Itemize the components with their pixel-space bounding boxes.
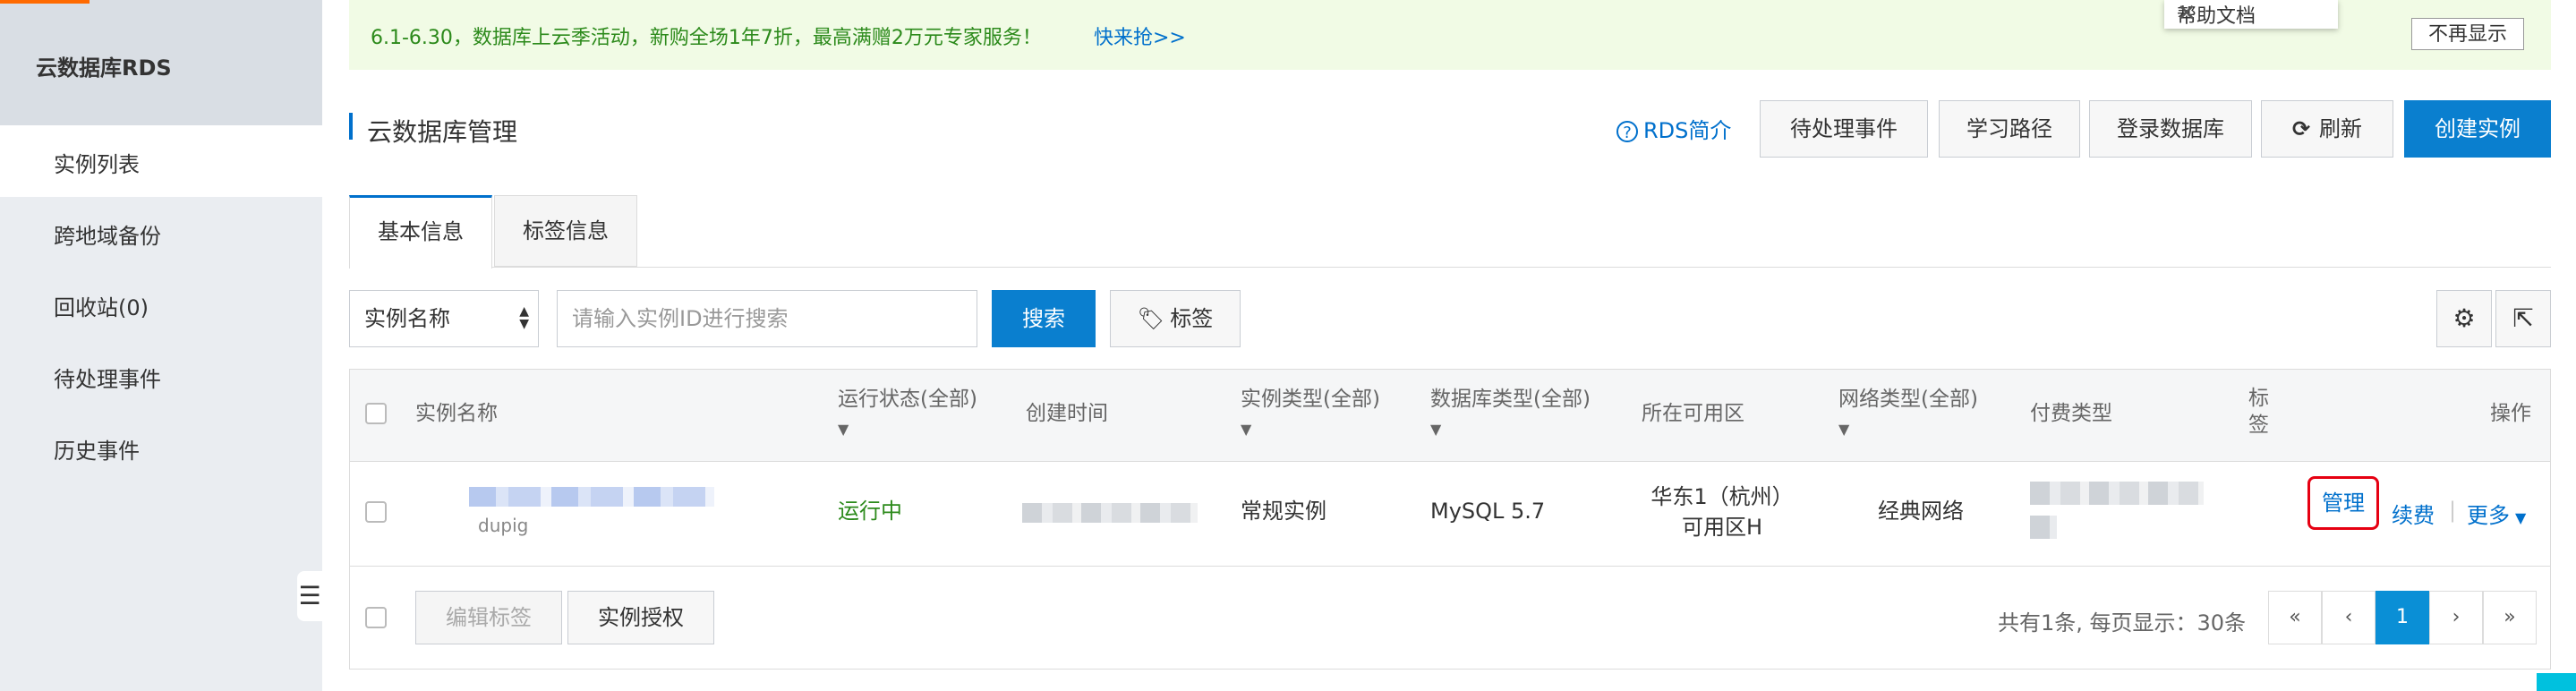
zone-line1: 华东1（杭州）: [1651, 484, 1794, 509]
col-status[interactable]: 运行状态(全部) ▼: [838, 385, 977, 444]
float-widget[interactable]: [2537, 673, 2576, 691]
tag-filter-label: 标签: [1170, 306, 1214, 331]
col-network-label: 网络类型(全部): [1838, 388, 1978, 411]
row-checkbox[interactable]: [365, 501, 387, 523]
db-type: MySQL 5.7: [1430, 499, 1546, 524]
instance-type: 常规实例: [1241, 499, 1326, 524]
refresh-button[interactable]: ⟳ 刷新: [2261, 100, 2393, 158]
page-current[interactable]: 1: [2376, 591, 2429, 644]
page-prev[interactable]: ‹: [2322, 591, 2376, 644]
rds-intro-label: RDS简介: [1643, 118, 1732, 143]
billing-redacted: [2030, 482, 2204, 505]
top-accent-bar: [0, 0, 90, 4]
col-name: 实例名称: [415, 402, 498, 425]
network-type: 经典网络: [1878, 499, 1964, 524]
page-next[interactable]: ›: [2429, 591, 2483, 644]
settings-button[interactable]: ⚙: [2436, 290, 2492, 347]
page-title: 云数据库管理: [367, 117, 518, 147]
col-db-type-label: 数据库类型(全部): [1430, 388, 1591, 411]
action-separator: |: [2449, 498, 2457, 523]
instance-id-link[interactable]: [469, 487, 714, 507]
sidebar-item-instances[interactable]: 实例列表: [0, 125, 322, 197]
caret-down-icon: ▼: [1241, 421, 1252, 438]
more-label: 更多: [2467, 503, 2510, 528]
updown-arrow-icon: ▲ ▼: [519, 304, 529, 331]
total-count: 共有1条, 每页显示：30条: [1998, 610, 2247, 636]
sidebar-item-label: 回收站(0): [54, 295, 149, 320]
caret-down-icon: ▼: [2515, 509, 2527, 526]
status-text: 运行中: [838, 499, 902, 524]
page-last[interactable]: »: [2483, 591, 2537, 644]
more-menu[interactable]: 更多 ▼: [2467, 498, 2526, 529]
collapse-icon[interactable]: ☰: [297, 571, 322, 621]
tabs-divider: [349, 267, 2551, 268]
renew-link[interactable]: 续费: [2392, 498, 2435, 529]
caret-down-icon: ▼: [1838, 421, 1850, 438]
promo-link[interactable]: 快来抢>>: [1094, 21, 1186, 50]
refresh-icon: ⟳: [2291, 116, 2311, 141]
sidebar-item-cross-region-backup[interactable]: 跨地域备份: [0, 197, 322, 269]
sidebar-item-label: 待处理事件: [54, 367, 161, 392]
col-type[interactable]: 实例类型(全部) ▼: [1241, 385, 1380, 444]
select-value: 实例名称: [364, 306, 450, 331]
col-network[interactable]: 网络类型(全部) ▼: [1838, 385, 1978, 444]
col-db-type[interactable]: 数据库类型(全部) ▼: [1430, 385, 1591, 444]
sidebar-item-pending-events[interactable]: 待处理事件: [0, 340, 322, 412]
footer-select-all-checkbox[interactable]: [365, 607, 387, 628]
col-zone: 所在可用区: [1642, 402, 1744, 425]
sidebar-title: 云数据库RDS: [36, 55, 172, 81]
search-input[interactable]: [557, 290, 977, 347]
zone-line2: 可用区H: [1681, 515, 1763, 540]
billing-redacted-2: [2030, 516, 2057, 539]
create-instance-button[interactable]: 创建实例: [2404, 100, 2551, 158]
sidebar-item-recycle-bin[interactable]: 回收站(0): [0, 269, 322, 340]
close-icon[interactable]: ✕: [2177, 0, 2196, 27]
sidebar-item-label: 实例列表: [54, 152, 140, 177]
manage-link[interactable]: 管理: [2307, 476, 2379, 530]
export-icon: ⇱: [2512, 303, 2534, 333]
col-billing: 付费类型: [2030, 402, 2112, 425]
col-created: 创建时间: [1026, 402, 1108, 425]
search-field-select[interactable]: 实例名称 ▲ ▼: [349, 290, 539, 347]
tag-filter-button[interactable]: 🏷 标签: [1110, 290, 1241, 347]
col-actions: 操作: [2490, 402, 2531, 425]
rds-intro-link[interactable]: ? RDS简介: [1616, 113, 1731, 144]
search-button[interactable]: 搜索: [992, 290, 1096, 347]
tag-icon: 🏷: [1137, 306, 1165, 331]
caret-down-icon: ▼: [1430, 421, 1442, 438]
export-button[interactable]: ⇱: [2495, 290, 2551, 347]
sidebar-item-label: 跨地域备份: [54, 224, 161, 249]
help-circle-icon: ?: [1616, 121, 1638, 142]
col-type-label: 实例类型(全部): [1241, 388, 1380, 411]
authorize-button[interactable]: 实例授权: [567, 591, 714, 644]
learning-path-button[interactable]: 学习路径: [1939, 100, 2080, 158]
promo-text: 6.1-6.30，数据库上云季活动，新购全场1年7折，最高满赠2万元专家服务！: [371, 27, 1042, 49]
created-time-redacted: [1022, 503, 1198, 523]
col-tags: 标签: [2248, 387, 2269, 437]
tab-basic-info[interactable]: 基本信息: [349, 195, 492, 269]
caret-down-icon: ▼: [838, 421, 849, 438]
dismiss-banner-button[interactable]: 不再显示: [2411, 18, 2524, 50]
page-first[interactable]: «: [2268, 591, 2322, 644]
gear-icon: ⚙: [2452, 303, 2476, 333]
refresh-label: 刷新: [2319, 116, 2363, 141]
help-doc-tip[interactable]: 帮助文档 ✕: [2164, 0, 2338, 29]
select-all-checkbox[interactable]: [365, 403, 387, 424]
col-status-label: 运行状态(全部): [838, 388, 977, 411]
row-divider: [350, 566, 2550, 567]
login-db-button[interactable]: 登录数据库: [2089, 100, 2252, 158]
instance-name-suffix: dupig: [478, 515, 529, 536]
pending-events-button[interactable]: 待处理事件: [1760, 100, 1928, 158]
edit-tags-button[interactable]: 编辑标签: [415, 591, 562, 644]
sidebar-item-history-events[interactable]: 历史事件: [0, 412, 322, 483]
tab-tag-info[interactable]: 标签信息: [494, 195, 637, 267]
sidebar-item-label: 历史事件: [54, 439, 140, 464]
title-accent-bar: [349, 113, 353, 140]
